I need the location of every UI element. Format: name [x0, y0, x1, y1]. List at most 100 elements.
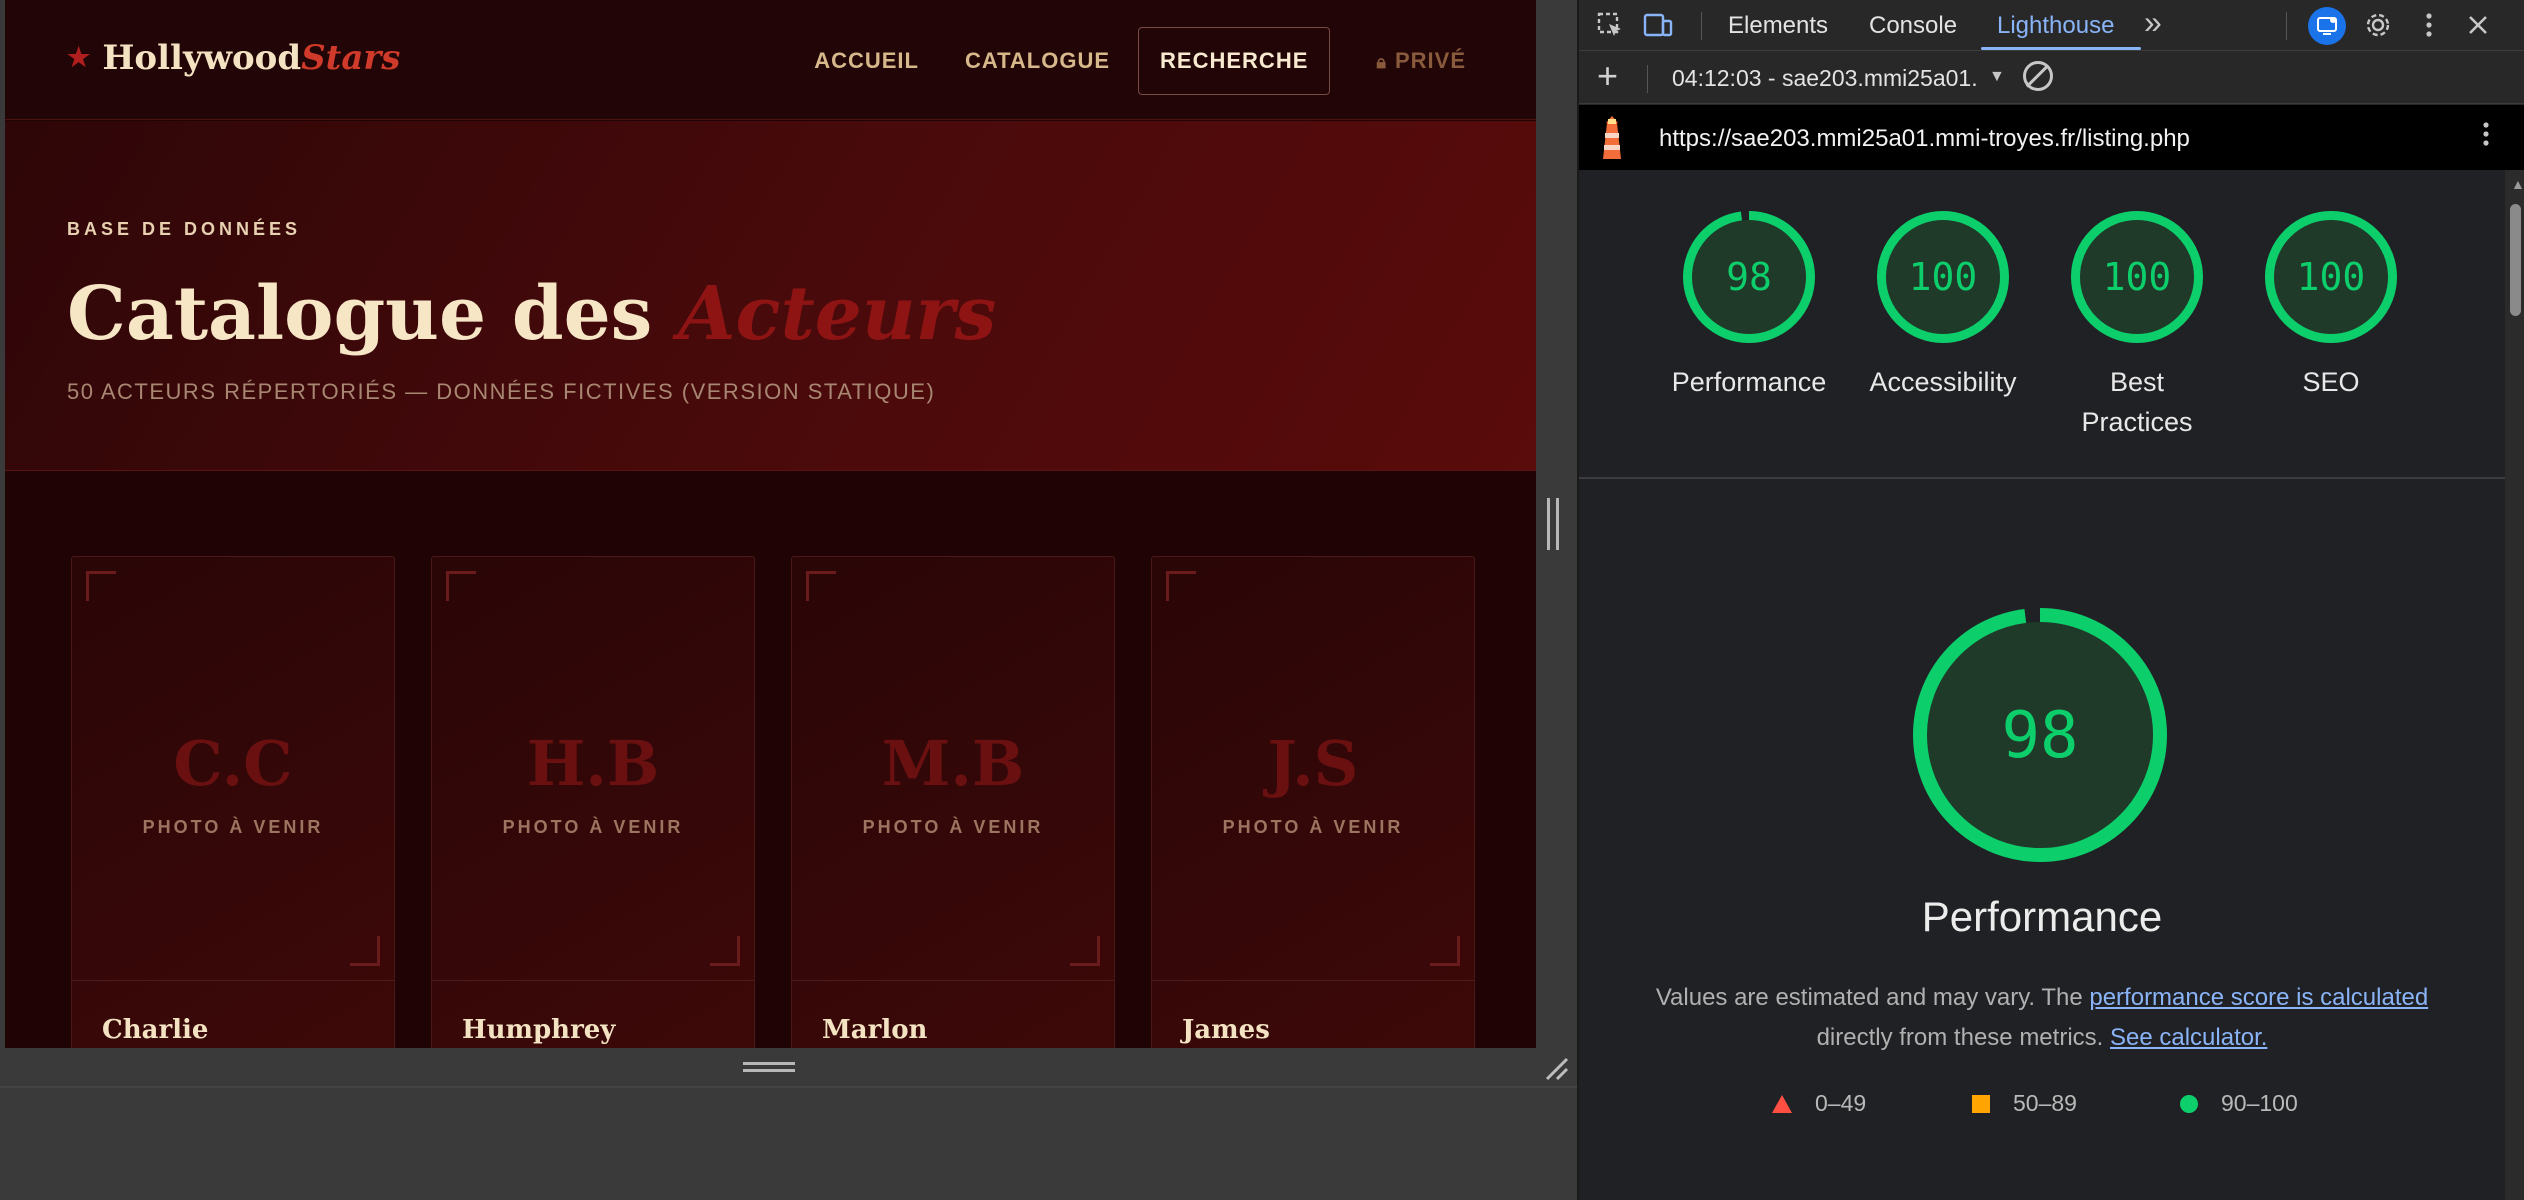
- ai-assistance-icon[interactable]: [2308, 7, 2346, 45]
- tab-console[interactable]: Console: [1869, 12, 1957, 40]
- page-title: Catalogue des Acteurs: [67, 271, 996, 357]
- nav-accueil[interactable]: ACCUEIL: [814, 32, 919, 90]
- report-scrollbar[interactable]: ▲: [2505, 170, 2524, 1200]
- actor-initials: M.B: [881, 727, 1025, 800]
- report-selector[interactable]: 04:12:03 - sae203.mmi25a01.: [1672, 65, 1978, 92]
- corner-decoration: [806, 571, 836, 601]
- lighthouse-logo-icon: [1603, 116, 1621, 159]
- nav-prive[interactable]: 🔒︎ PRIVÉ: [1376, 32, 1466, 90]
- photo-placeholder: M.B PHOTO À VENIR: [792, 557, 1114, 981]
- gauge-ring: 98: [1683, 211, 1815, 343]
- report-menu-icon[interactable]: [2482, 121, 2490, 154]
- active-tab-indicator: [1981, 47, 2141, 50]
- site-logo[interactable]: ★ Hollywood Stars: [67, 38, 400, 78]
- tab-lighthouse[interactable]: Lighthouse: [1997, 12, 2114, 40]
- gauge-label: Accessibility: [1869, 367, 2017, 397]
- vertical-resize-handle[interactable]: [1547, 498, 1559, 550]
- score-legend: 0–49 50–89 90–100: [1579, 1090, 2505, 1130]
- actor-initials: C.C: [173, 727, 293, 800]
- performance-gauge-large: 98: [1913, 608, 2167, 862]
- hero-subtitle: 50 ACTEURS RÉPERTORIÉS — DONNÉES FICTIVE…: [67, 379, 936, 404]
- gauge-score: 100: [1909, 255, 1978, 299]
- star-icon: ★: [67, 43, 91, 73]
- triangle-icon: [1772, 1094, 1792, 1113]
- actor-card[interactable]: J.S PHOTO À VENIR James: [1151, 556, 1475, 1048]
- gauge-score: 98: [1726, 255, 1772, 299]
- close-icon[interactable]: [2461, 8, 2495, 42]
- nav-catalogue[interactable]: CATALOGUE: [965, 32, 1110, 90]
- lock-icon: 🔒︎: [1376, 52, 1387, 72]
- photo-soon-label: PHOTO À VENIR: [862, 817, 1044, 837]
- corner-decoration: [1070, 936, 1100, 966]
- device-toolbar-icon[interactable]: [1641, 8, 1675, 42]
- actor-name: Charlie: [102, 1015, 209, 1045]
- gauge-label: SEO: [2302, 367, 2360, 397]
- toolbar-divider: [2286, 12, 2287, 40]
- horizontal-resize-handle[interactable]: [743, 1062, 795, 1072]
- legend-range: 90–100: [2221, 1090, 2298, 1116]
- scrollbar-thumb[interactable]: [2510, 204, 2521, 316]
- actor-card[interactable]: H.B PHOTO À VENIR Humphrey: [431, 556, 755, 1048]
- actor-name: Marlon: [822, 1015, 928, 1045]
- main-nav: ACCUEIL CATALOGUE RECHERCHE 🔒︎ PRIVÉ: [768, 27, 1466, 95]
- score-gauge-seo[interactable]: 100 SEO: [2236, 210, 2426, 402]
- actor-card[interactable]: C.C PHOTO À VENIR Charlie: [71, 556, 395, 1048]
- hero-kicker: BASE DE DONNÉES: [67, 219, 302, 239]
- nav-recherche[interactable]: RECHERCHE: [1138, 27, 1331, 95]
- gauge-score: 100: [2297, 255, 2366, 299]
- settings-gear-icon[interactable]: [2361, 8, 2395, 42]
- corner-decoration: [350, 936, 380, 966]
- resize-corner-icon[interactable]: [1543, 1055, 1569, 1081]
- score-calculated-link[interactable]: performance score is calculated: [2089, 984, 2428, 1011]
- scroll-up-arrow-icon[interactable]: ▲: [2511, 176, 2524, 192]
- title-main: Catalogue des: [67, 271, 653, 357]
- square-icon: [1972, 1094, 1990, 1113]
- lighthouse-report: 98 Performance 100 Accessibility 100 Bes…: [1579, 170, 2505, 1200]
- actor-initials: H.B: [526, 727, 660, 800]
- logo-main: Hollywood: [102, 38, 302, 78]
- actor-name: James: [1182, 1015, 1270, 1045]
- gauge-label: Performance: [1671, 367, 1827, 397]
- legend-average: 50–89: [1971, 1090, 2077, 1117]
- performance-heading: Performance: [1921, 893, 2163, 940]
- devtools-tabbar: Elements Console Lighthouse »: [1579, 0, 2524, 51]
- gauge-ring: 100: [1877, 211, 2009, 343]
- corner-decoration: [710, 936, 740, 966]
- photo-placeholder: H.B PHOTO À VENIR: [432, 557, 754, 981]
- photo-soon-label: PHOTO À VENIR: [502, 817, 684, 837]
- actor-grid: C.C PHOTO À VENIR Charlie H.B PHOTO À VE…: [5, 472, 1536, 1048]
- gauge-ring: 100: [2265, 211, 2397, 343]
- circle-icon: [2180, 1094, 2198, 1113]
- devtools-panel: Elements Console Lighthouse » + 04:12:03…: [1577, 0, 2524, 1200]
- actor-name: Humphrey: [462, 1015, 616, 1045]
- nav-prive-label: PRIVÉ: [1394, 48, 1466, 73]
- clear-reports-icon[interactable]: [2023, 61, 2053, 91]
- more-options-icon[interactable]: [2412, 8, 2446, 42]
- photo-soon-label: PHOTO À VENIR: [142, 817, 324, 837]
- site-viewport: ★ Hollywood Stars ACCUEIL CATALOGUE RECH…: [5, 0, 1536, 1048]
- corner-decoration: [1166, 571, 1196, 601]
- performance-description: Values are estimated and may vary. The p…: [1639, 978, 2445, 1058]
- toolbar-divider: [1647, 65, 1648, 93]
- score-gauge-best-practices[interactable]: 100 Best Practices: [2042, 210, 2232, 442]
- gauge-ring: 100: [2071, 211, 2203, 343]
- title-accent: Acteurs: [678, 271, 997, 357]
- report-url-bar: https://sae203.mmi25a01.mmi-troyes.fr/li…: [1579, 105, 2524, 170]
- logo-accent: Stars: [301, 38, 401, 78]
- toolbar-divider: [1701, 12, 1702, 40]
- lighthouse-toolbar: + 04:12:03 - sae203.mmi25a01. ▼: [1579, 52, 2524, 104]
- actor-initials: J.S: [1267, 727, 1359, 800]
- more-tabs-icon[interactable]: »: [2144, 4, 2162, 41]
- score-gauge-performance[interactable]: 98 Performance: [1654, 210, 1844, 402]
- new-report-button[interactable]: +: [1597, 58, 1618, 94]
- inspect-element-icon[interactable]: [1593, 8, 1627, 42]
- tab-elements[interactable]: Elements: [1728, 12, 1828, 40]
- report-url: https://sae203.mmi25a01.mmi-troyes.fr/li…: [1659, 125, 2190, 152]
- see-calculator-link[interactable]: See calculator.: [2110, 1024, 2267, 1051]
- score-gauge-accessibility[interactable]: 100 Accessibility: [1848, 210, 2038, 402]
- photo-placeholder: C.C PHOTO À VENIR: [72, 557, 394, 981]
- legend-range: 0–49: [1815, 1090, 1867, 1116]
- actor-card[interactable]: M.B PHOTO À VENIR Marlon: [791, 556, 1115, 1048]
- hero-section: BASE DE DONNÉES Catalogue des Acteurs 50…: [5, 121, 1536, 471]
- chevron-down-icon[interactable]: ▼: [1989, 68, 2005, 86]
